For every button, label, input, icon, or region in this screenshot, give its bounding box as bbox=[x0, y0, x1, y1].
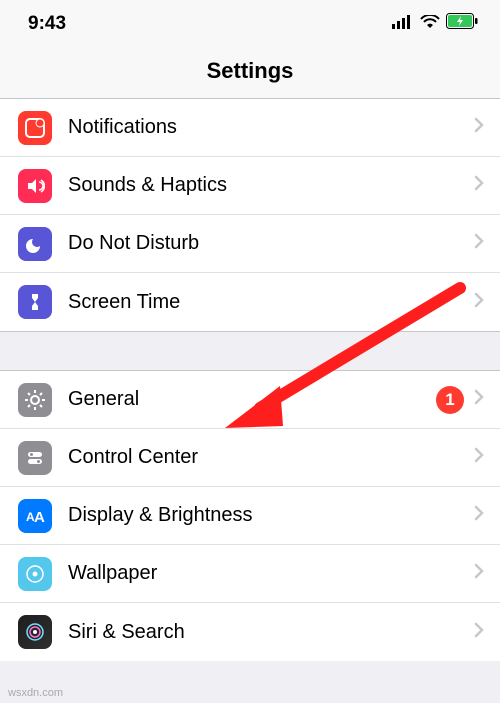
row-label: Sounds & Haptics bbox=[68, 174, 464, 197]
row-display[interactable]: AA Display & Brightness bbox=[0, 487, 500, 545]
notifications-icon bbox=[18, 111, 52, 145]
general-icon bbox=[18, 383, 52, 417]
row-dnd[interactable]: Do Not Disturb bbox=[0, 215, 500, 273]
row-general[interactable]: General 1 bbox=[0, 371, 500, 429]
chevron-right-icon bbox=[464, 233, 500, 254]
row-siri[interactable]: Siri & Search bbox=[0, 603, 500, 661]
chevron-right-icon bbox=[464, 117, 500, 138]
row-sounds[interactable]: Sounds & Haptics bbox=[0, 157, 500, 215]
sounds-icon bbox=[18, 169, 52, 203]
dnd-icon bbox=[18, 227, 52, 261]
row-label: Do Not Disturb bbox=[68, 232, 464, 255]
chevron-right-icon bbox=[464, 292, 500, 313]
display-icon: AA bbox=[18, 499, 52, 533]
row-wallpaper[interactable]: Wallpaper bbox=[0, 545, 500, 603]
row-label: Wallpaper bbox=[68, 562, 464, 585]
section-gap bbox=[0, 331, 500, 371]
settings-group-2: General 1 Control Center AA Display & Br… bbox=[0, 371, 500, 661]
row-label: Screen Time bbox=[68, 291, 464, 314]
chevron-right-icon bbox=[464, 175, 500, 196]
nav-bar: Settings bbox=[0, 48, 500, 99]
siri-icon bbox=[18, 615, 52, 649]
badge-count: 1 bbox=[436, 386, 464, 414]
chevron-right-icon bbox=[464, 563, 500, 584]
watermark: wsxdn.com bbox=[8, 687, 63, 699]
row-control-center[interactable]: Control Center bbox=[0, 429, 500, 487]
wifi-icon bbox=[420, 13, 440, 35]
row-screen-time[interactable]: Screen Time bbox=[0, 273, 500, 331]
chevron-right-icon bbox=[464, 389, 500, 410]
chevron-right-icon bbox=[464, 447, 500, 468]
row-label: Display & Brightness bbox=[68, 504, 464, 527]
page-title: Settings bbox=[0, 58, 500, 84]
status-bar: 9:43 bbox=[0, 0, 500, 48]
row-notifications[interactable]: Notifications bbox=[0, 99, 500, 157]
status-time: 9:43 bbox=[28, 13, 66, 35]
wallpaper-icon bbox=[18, 557, 52, 591]
row-label: General bbox=[68, 388, 436, 411]
chevron-right-icon bbox=[464, 622, 500, 643]
row-label: Control Center bbox=[68, 446, 464, 469]
status-right bbox=[392, 13, 478, 35]
row-label: Notifications bbox=[68, 116, 464, 139]
settings-group-1: Notifications Sounds & Haptics Do Not Di… bbox=[0, 99, 500, 331]
row-label: Siri & Search bbox=[68, 621, 464, 644]
control-center-icon bbox=[18, 441, 52, 475]
battery-icon bbox=[446, 13, 478, 35]
cellular-icon bbox=[392, 13, 414, 35]
chevron-right-icon bbox=[464, 505, 500, 526]
svg-text:A: A bbox=[34, 509, 45, 526]
screen-time-icon bbox=[18, 285, 52, 319]
